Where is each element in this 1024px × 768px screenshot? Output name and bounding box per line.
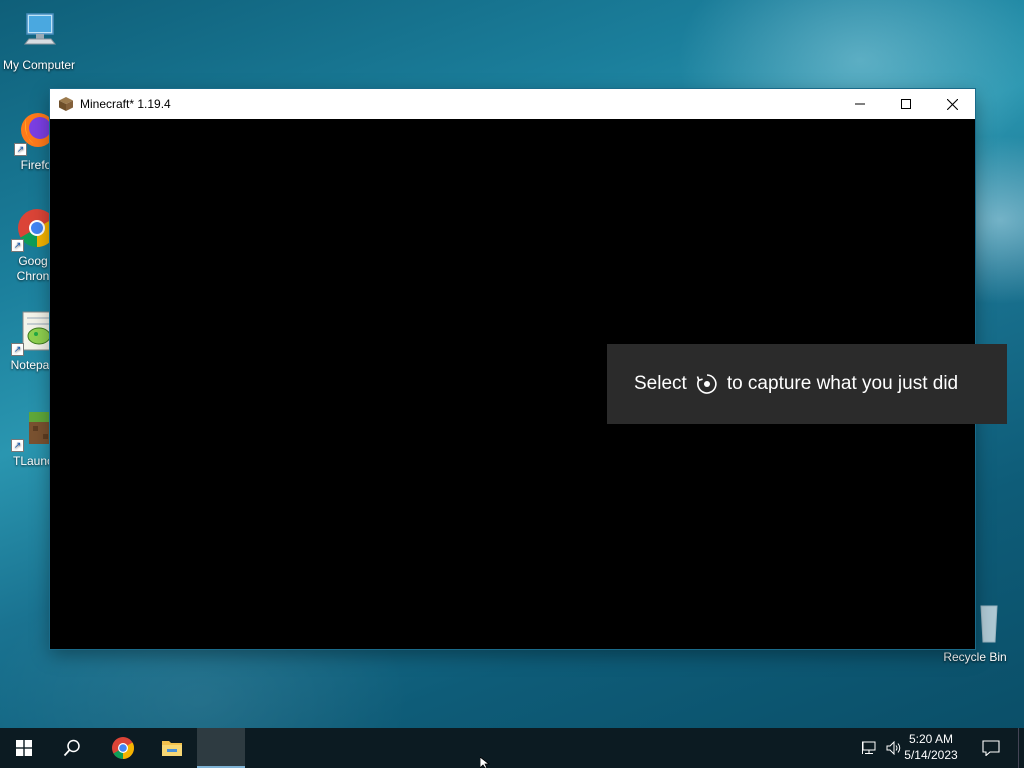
show-desktop-button[interactable]	[1018, 728, 1024, 768]
taskbar-chrome-button[interactable]	[99, 728, 147, 768]
desktop-icon-label: My Computer	[2, 58, 76, 72]
chrome-icon	[112, 737, 134, 759]
maximize-button[interactable]	[883, 89, 929, 119]
maximize-icon	[901, 99, 911, 109]
desktop-icon-my-computer[interactable]: My Computer	[1, 8, 77, 73]
shortcut-arrow-icon: ↗	[11, 439, 24, 452]
shortcut-arrow-icon: ↗	[11, 343, 24, 356]
computer-icon	[15, 8, 63, 56]
action-center-button[interactable]	[976, 728, 1006, 768]
window-title: Minecraft* 1.19.4	[80, 97, 171, 111]
network-icon	[862, 741, 876, 754]
start-button[interactable]	[0, 728, 48, 768]
clock-time: 5:20 AM	[908, 732, 954, 746]
minimize-button[interactable]	[837, 89, 883, 119]
start-icon	[16, 740, 32, 756]
search-button[interactable]	[48, 728, 96, 768]
capture-notification-toast[interactable]: Select to capture what you just did	[607, 344, 1007, 424]
capture-icon	[696, 374, 717, 394]
taskbar-minecraft-button[interactable]	[197, 728, 245, 768]
window-titlebar[interactable]: Minecraft* 1.19.4	[50, 89, 975, 119]
mouse-cursor-icon	[480, 757, 491, 768]
search-icon	[63, 739, 80, 757]
shortcut-arrow-icon: ↗	[11, 239, 24, 252]
notification-icon	[982, 740, 1000, 756]
taskbar: 5:20 AM 5/14/2023	[0, 728, 1024, 768]
minimize-icon	[855, 103, 865, 105]
network-tray-button[interactable]	[860, 728, 880, 768]
toast-text-after: to capture what you just did	[726, 373, 959, 394]
desktop-icon-label: Recycle Bin	[943, 650, 1007, 664]
minecraft-app-icon	[59, 97, 73, 111]
close-icon	[946, 98, 958, 110]
shortcut-arrow-icon: ↗	[14, 143, 27, 156]
taskbar-file-explorer-button[interactable]	[148, 728, 196, 768]
file-explorer-icon	[162, 741, 182, 756]
clock-date: 5/14/2023	[904, 748, 958, 762]
taskbar-clock[interactable]: 5:20 AM 5/14/2023	[896, 731, 966, 763]
toast-text-before: Select	[634, 373, 687, 394]
close-button[interactable]	[929, 89, 975, 119]
